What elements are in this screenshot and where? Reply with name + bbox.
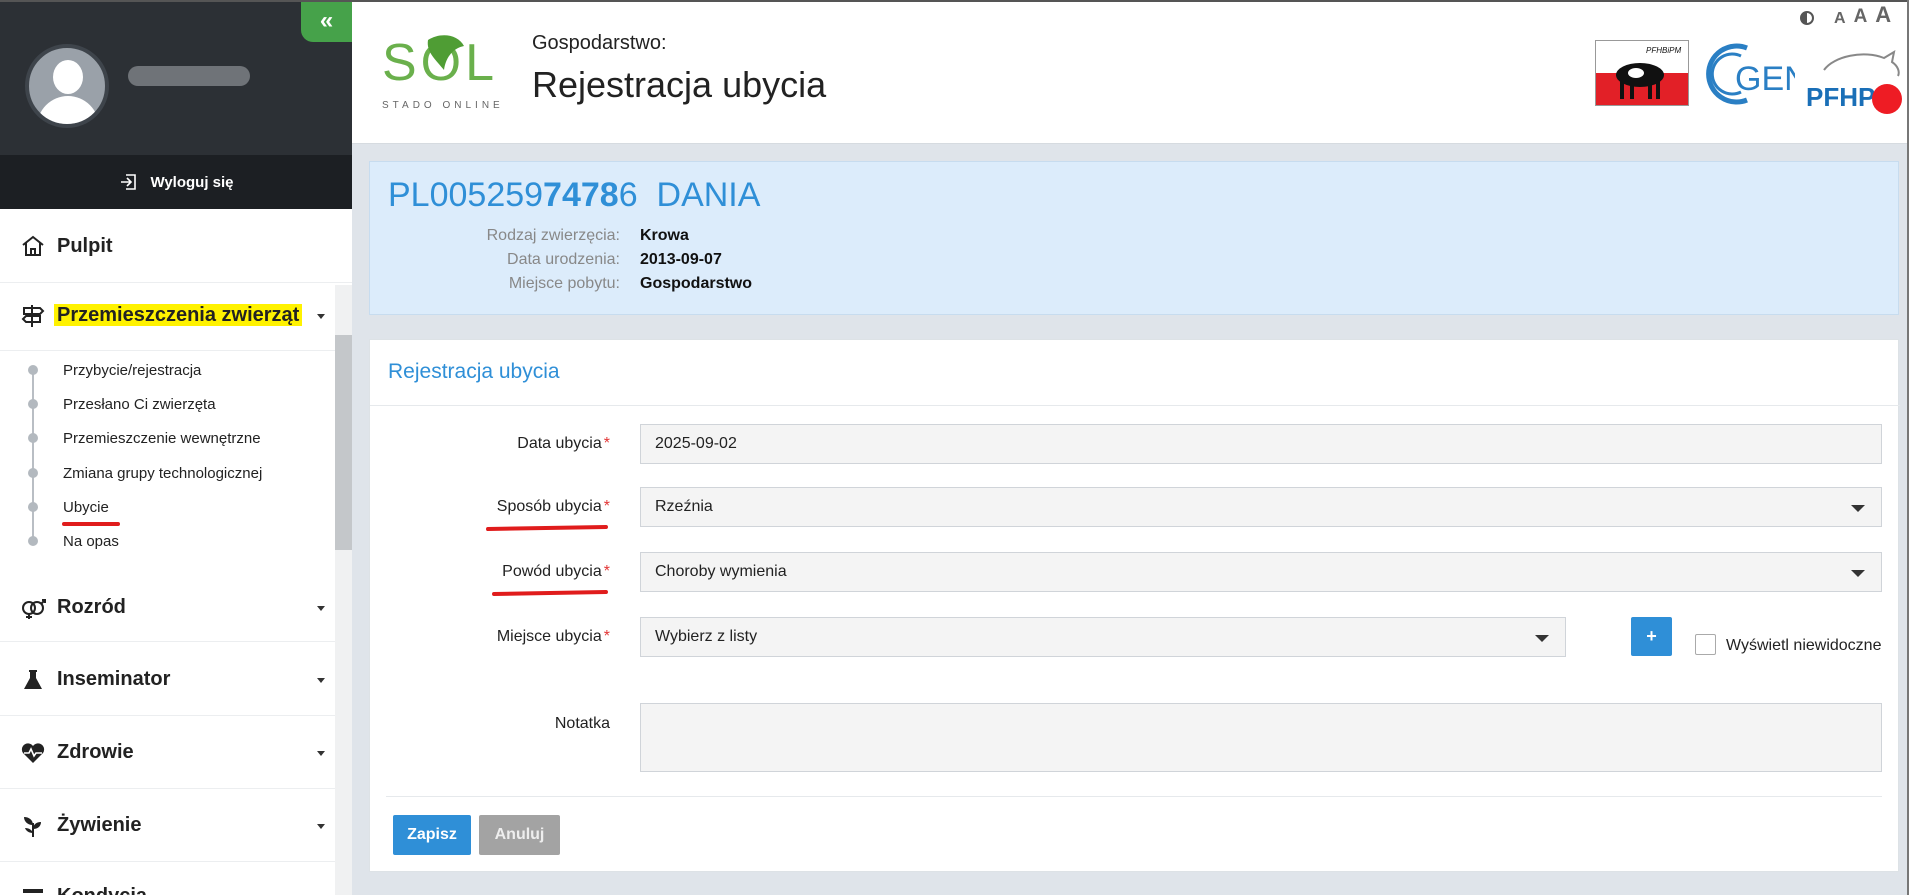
- svg-text:PFHP: PFHP: [1806, 82, 1875, 112]
- submenu-item-przybycie[interactable]: Przybycie/rejestracja: [63, 362, 201, 379]
- sidebar-item-label: Rozród: [57, 596, 126, 618]
- animal-id: PL00525974786 DANIA: [388, 176, 761, 214]
- chevron-down-icon: [317, 606, 325, 611]
- sidebar: « Wyloguj się Pulpit Przemieszczenia zwi…: [0, 2, 352, 895]
- chevron-down-icon: [317, 314, 325, 319]
- font-size-medium-button[interactable]: A: [1854, 6, 1868, 28]
- app-window: « Wyloguj się Pulpit Przemieszczenia zwi…: [0, 0, 1915, 895]
- logout-icon: [121, 174, 137, 190]
- font-size-large-button[interactable]: A: [1875, 2, 1891, 28]
- date-input[interactable]: 2025-09-02: [640, 424, 1882, 464]
- bullet-icon: [28, 536, 38, 546]
- chevron-down-icon: [1535, 635, 1549, 642]
- cancel-button[interactable]: Anuluj: [479, 815, 560, 855]
- bullet-icon: [28, 468, 38, 478]
- submenu-item-wewnetrzne[interactable]: Przemieszczenie wewnętrzne: [63, 430, 261, 447]
- bullet-icon: [28, 433, 38, 443]
- signpost-icon: [21, 305, 45, 327]
- bullet-icon: [28, 502, 38, 512]
- sidebar-item-kondycja[interactable]: Kondycja: [0, 862, 352, 895]
- sidebar-item-label: Żywienie: [57, 814, 142, 836]
- sidebar-item-zdrowie[interactable]: Zdrowie: [0, 716, 352, 789]
- window-edge: [1907, 0, 1915, 895]
- reason-label: Powód ubycia *: [502, 563, 610, 580]
- avatar: [25, 44, 109, 128]
- note-label: Notatka: [554, 715, 610, 732]
- cgen-logo: GEN: [1706, 43, 1795, 105]
- heart-pulse-icon: [21, 743, 45, 763]
- svg-text:PFHBiPM: PFHBiPM: [1646, 46, 1681, 55]
- sidebar-item-inseminator[interactable]: Inseminator: [0, 643, 352, 716]
- attr-label: Miejsce pobytu:: [508, 275, 620, 292]
- sidebar-item-label: Kondycja: [57, 885, 147, 895]
- flask-icon: [24, 670, 42, 689]
- plant-icon: [24, 817, 41, 837]
- sidebar-item-label: Inseminator: [57, 668, 171, 690]
- font-size-small-button[interactable]: A: [1834, 10, 1846, 28]
- accessibility-tools: A A A: [1800, 2, 1891, 28]
- notification-dot: [1872, 84, 1902, 114]
- logout-button[interactable]: Wyloguj się: [0, 155, 352, 209]
- place-label: Miejsce ubycia *: [496, 628, 610, 645]
- sidebar-item-label: Pulpit: [57, 235, 113, 257]
- user-profile: «: [0, 2, 352, 155]
- submenu-item-przeslano[interactable]: Przesłano Ci zwierzęta: [63, 396, 216, 413]
- add-place-button[interactable]: +: [1631, 617, 1672, 656]
- place-select[interactable]: Wybierz z listy: [640, 617, 1566, 657]
- bullet-icon: [28, 365, 38, 375]
- red-underline-annotation: [491, 589, 609, 597]
- pfhb-logo: PFHBiPM: [1595, 40, 1689, 106]
- page-title: Rejestracja ubycia: [532, 64, 827, 105]
- gender-icon: [22, 599, 46, 619]
- form-title: Rejestracja ubycia: [388, 360, 560, 383]
- form-panel: Rejestracja ubycia Data ubycia * 2025-09-…: [369, 339, 1900, 872]
- reason-select[interactable]: Choroby wymienia: [640, 552, 1882, 592]
- chevron-down-icon: [1851, 570, 1865, 577]
- method-select[interactable]: Rzeźnia: [640, 487, 1882, 527]
- date-label: Data ubycia *: [517, 435, 610, 452]
- submenu-item-na-opas[interactable]: Na opas: [63, 533, 119, 550]
- submenu-item-ubycie[interactable]: Ubycie: [63, 499, 109, 516]
- sidebar-item-pulpit[interactable]: Pulpit: [0, 209, 352, 283]
- chevron-down-icon: [317, 824, 325, 829]
- show-hidden-label: Wyświetl niewidoczne: [1726, 637, 1882, 654]
- method-label: Sposób ubycia *: [496, 498, 610, 515]
- list-icon: [23, 889, 43, 893]
- farm-label: Gospodarstwo:: [532, 32, 667, 54]
- home-icon: [22, 235, 44, 256]
- animal-name: DANIA: [656, 176, 761, 214]
- attr-value: Gospodarstwo: [640, 275, 753, 292]
- sidebar-item-label: Zdrowie: [57, 741, 134, 763]
- contrast-icon[interactable]: [1800, 11, 1814, 25]
- bullet-icon: [28, 399, 38, 409]
- header: SOL STADO ONLINE Gospodarstwo: Rejestrac…: [352, 2, 1907, 144]
- attr-value: Krowa: [640, 227, 689, 244]
- attr-value: 2013-09-07: [640, 251, 722, 268]
- sidebar-item-przemieszczenia[interactable]: Przemieszczenia zwierząt: [0, 283, 352, 351]
- submenu-item-zmiana-grupy[interactable]: Zmiana grupy technologicznej: [63, 465, 262, 482]
- submenu: Przybycie/rejestracja Przesłano Ci zwier…: [0, 352, 335, 574]
- sidebar-item-rozrod[interactable]: Rozród: [0, 574, 352, 642]
- collapse-sidebar-button[interactable]: «: [301, 2, 352, 42]
- chevron-down-icon: [317, 678, 325, 683]
- save-button[interactable]: Zapisz: [393, 815, 471, 855]
- chevron-down-icon: [317, 751, 325, 756]
- note-textarea[interactable]: [640, 703, 1882, 772]
- svg-text:STADO ONLINE: STADO ONLINE: [382, 100, 504, 111]
- red-underline-annotation: [485, 524, 609, 532]
- attr-label: Data urodzenia:: [507, 251, 620, 268]
- username-redacted: [128, 66, 250, 86]
- svg-text:GEN: GEN: [1735, 60, 1795, 98]
- attr-label: Rodzaj zwierzęcia:: [486, 227, 620, 244]
- red-underline-annotation: [62, 522, 120, 526]
- sol-logo: SOL STADO ONLINE: [382, 34, 504, 111]
- animal-card: PL00525974786 DANIA Rodzaj zwierzęcia: K…: [369, 161, 1899, 315]
- sidebar-item-zywienie[interactable]: Żywienie: [0, 789, 352, 862]
- chevron-down-icon: [1851, 505, 1865, 512]
- sidebar-item-label: Przemieszczenia zwierząt: [54, 304, 303, 326]
- sidebar-scrollbar[interactable]: [335, 335, 352, 550]
- logout-label: Wyloguj się: [150, 173, 234, 191]
